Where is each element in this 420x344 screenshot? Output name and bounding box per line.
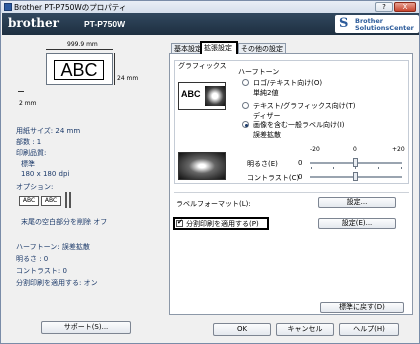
support-button[interactable]: サポート(S)... <box>41 321 131 334</box>
mini-label-2: ABC <box>41 196 61 206</box>
scale-min: -20 <box>310 146 320 153</box>
mini-label-1: ABC <box>19 196 39 206</box>
label-preview: ABC <box>46 53 113 85</box>
info-contrast: コントラスト: 0 <box>16 267 67 275</box>
margin-arrow <box>18 91 24 92</box>
radio-logo-text[interactable] <box>242 79 249 86</box>
info-copies: 部数 : 1 <box>16 138 42 146</box>
info-quality: 印刷品質: <box>16 149 47 157</box>
sc-line2: SolutionsCenter <box>355 24 414 32</box>
radio-logo-text-sub: 単純2値 <box>253 89 279 97</box>
brother-logo: brother <box>8 16 59 30</box>
info-paper-size: 用紙サイズ: 24 mm <box>16 127 81 135</box>
properties-window: Brother PT-P750Wのプロパティ ? X brother PT-P7… <box>0 0 420 344</box>
scale-max: +20 <box>392 146 405 153</box>
info-split-print: 分割印刷を適用する: オン <box>16 279 98 287</box>
cut-mark-icon-2 <box>69 192 71 208</box>
height-dimension: 24 mm <box>117 75 139 82</box>
separator <box>174 192 409 193</box>
split-print-settings-button[interactable]: 設定(E)... <box>318 218 396 229</box>
split-print-label[interactable]: 分割印刷を適用する(P) <box>186 219 259 229</box>
restore-defaults-button[interactable]: 標準に戻す(D) <box>320 302 404 313</box>
window-title: Brother PT-P750Wのプロパティ <box>14 3 127 12</box>
solutions-center-icon: S <box>339 16 349 31</box>
preview-text: ABC <box>54 60 104 80</box>
model-name: PT-P750W <box>84 19 126 29</box>
cancel-button[interactable]: キャンセル <box>276 323 334 336</box>
contrast-label: コントラスト(C) <box>247 174 300 182</box>
halftone-title: ハーフトーン <box>238 68 280 76</box>
advanced-panel: グラフィックス ABC ハーフトーン ロゴ/テキスト向け(O) 単純2値 テキス… <box>169 53 413 315</box>
ok-button[interactable]: OK <box>213 323 271 336</box>
info-trim-tail: 末尾の空白部分を削除 オフ <box>21 218 108 226</box>
info-options: オプション: <box>16 183 54 191</box>
label-format-settings-button[interactable]: 設定... <box>318 197 396 208</box>
title-bar: Brother PT-P750Wのプロパティ ? X <box>1 1 419 13</box>
brand-banner: brother PT-P750W S Brother SolutionsCent… <box>2 13 419 35</box>
graphics-title: グラフィックス <box>177 61 228 71</box>
help-button[interactable]: ヘルプ(H) <box>339 323 399 336</box>
close-button[interactable]: X <box>394 2 416 12</box>
width-dimension: 999.9 mm <box>67 41 98 48</box>
radio-general-image[interactable] <box>242 121 249 128</box>
sample-text: ABC <box>181 89 201 99</box>
radio-text-graphics[interactable] <box>242 102 249 109</box>
contrast-value: 0 <box>298 173 303 181</box>
label-format-label: ラベルフォーマット(L): <box>176 200 251 208</box>
cut-mark-icon <box>65 192 67 208</box>
radio-general-image-sub: 誤差拡散 <box>253 131 281 139</box>
contrast-slider-thumb[interactable] <box>353 172 358 181</box>
solutions-center-link[interactable]: S Brother SolutionsCenter <box>335 15 419 33</box>
info-halftone: ハーフトーン: 誤差拡散 <box>16 243 90 251</box>
flower-sample-icon <box>205 86 225 106</box>
info-quality-value: 標準 <box>21 160 35 168</box>
tab-advanced[interactable]: 拡張設定 <box>200 41 238 54</box>
margin-dimension: 2 mm <box>19 100 37 107</box>
height-arrow <box>114 53 115 85</box>
printer-icon <box>4 3 12 11</box>
split-print-checkbox[interactable] <box>176 218 183 227</box>
brightness-slider-thumb[interactable] <box>353 158 358 167</box>
radio-text-graphics-label[interactable]: テキスト/グラフィックス向け(T) <box>253 101 356 111</box>
radio-general-image-label[interactable]: 画像を含む一般ラベル向け(I) <box>253 120 345 130</box>
info-brightness: 明るさ : 0 <box>16 255 49 263</box>
scale-mid: 0 <box>353 146 357 153</box>
info-resolution: 180 x 180 dpi <box>21 170 70 178</box>
radio-logo-text-label[interactable]: ロゴ/テキスト向け(O) <box>253 78 322 88</box>
width-arrow <box>46 49 113 50</box>
halftone-sample: ABC <box>178 82 226 110</box>
help-title-button[interactable]: ? <box>375 2 393 12</box>
brightness-sample-icon <box>178 152 226 180</box>
brightness-label: 明るさ(E) <box>247 160 278 168</box>
brightness-value: 0 <box>298 159 303 167</box>
